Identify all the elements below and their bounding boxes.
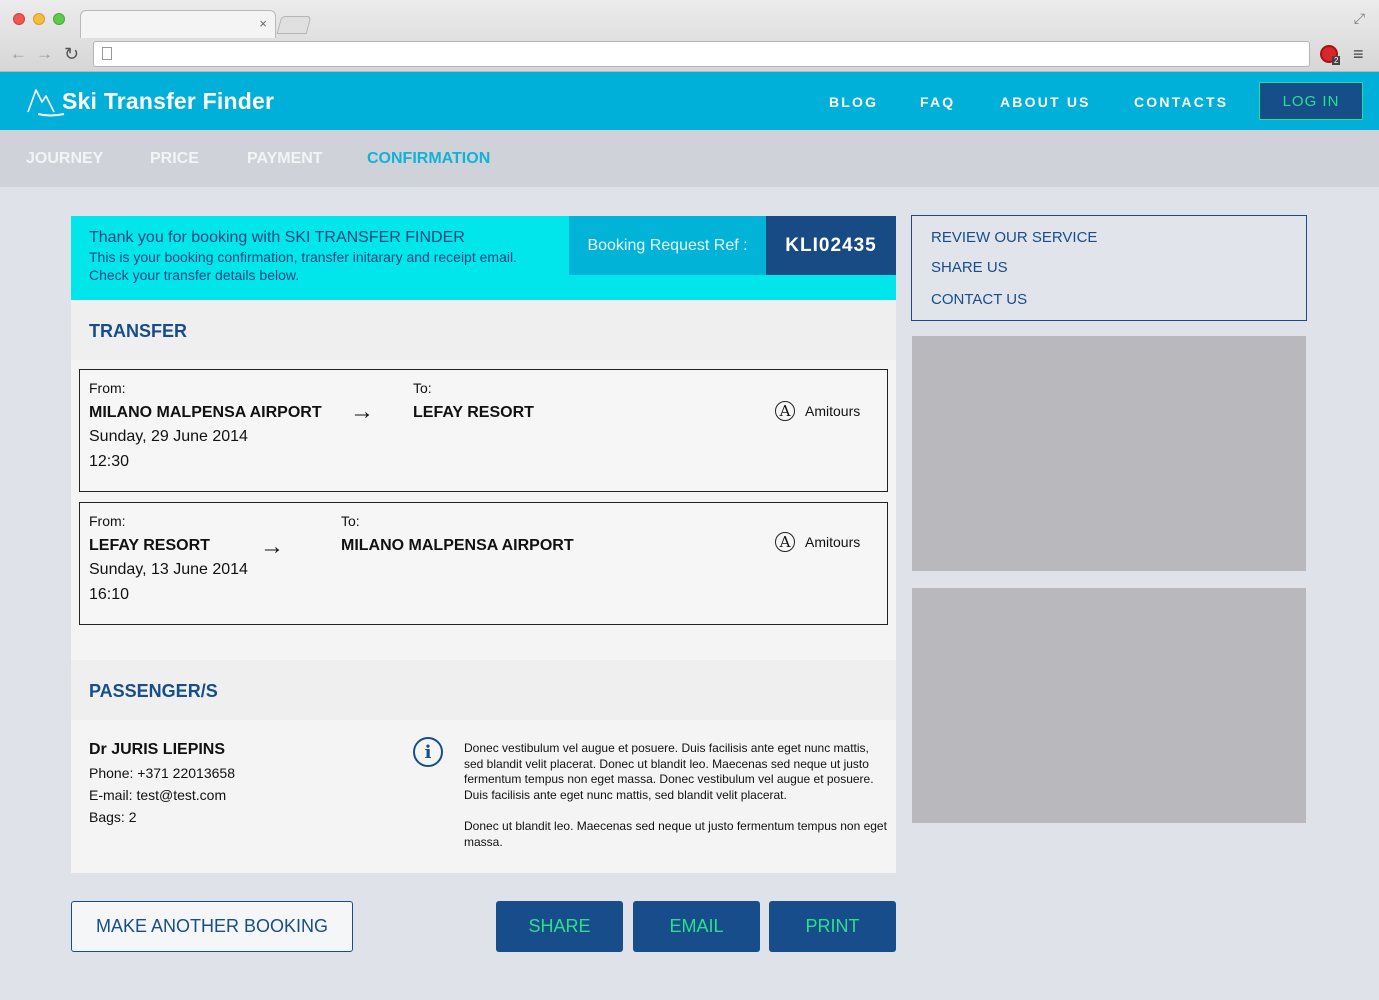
share-button[interactable]: SHARE	[496, 901, 623, 952]
confirmation-card: Thank you for booking with SKI TRANSFER …	[71, 216, 896, 873]
reload-icon[interactable]: ↻	[64, 44, 79, 64]
share-us-link[interactable]: SHARE US	[931, 259, 1008, 276]
passenger-phone: Phone: +371 22013658	[89, 765, 235, 781]
browser-chrome: × ⤢ ← → ↻ 2 ≡	[0, 0, 1379, 72]
to-label: To:	[413, 380, 432, 396]
step-confirmation[interactable]: CONFIRMATION	[367, 150, 490, 168]
sidebar-links: REVIEW OUR SERVICE SHARE US CONTACT US	[911, 215, 1307, 321]
email-button[interactable]: EMAIL	[633, 901, 760, 952]
operator-name: Amitours	[805, 534, 861, 550]
extension-badge: 2	[1332, 56, 1341, 65]
step-payment[interactable]: PAYMENT	[247, 150, 323, 168]
browser-menu-icon[interactable]: ≡	[1353, 44, 1364, 64]
arrow-right-icon: →	[260, 533, 284, 560]
extension-icon[interactable]: 2	[1320, 45, 1341, 65]
ad-placeholder	[912, 588, 1306, 823]
back-icon[interactable]: ←	[10, 44, 27, 64]
thank-you-line-1: This is your booking confirmation, trans…	[89, 249, 517, 265]
address-bar[interactable]	[93, 41, 1310, 67]
passenger-section-header: PASSENGER/S	[71, 660, 896, 720]
nav-blog-link[interactable]: BLOG	[829, 94, 878, 110]
browser-tab[interactable]: ×	[80, 10, 276, 38]
nav-contacts-link[interactable]: CONTACTS	[1134, 94, 1228, 110]
passenger-name: Dr JURIS LIEPINS	[89, 741, 226, 758]
from-location: MILANO MALPENSA AIRPORT	[89, 404, 322, 421]
info-paragraph-1: Donec vestibulum vel augue et posuere. D…	[464, 741, 874, 802]
transfer-time: 16:10	[89, 586, 130, 603]
transfer-section-header: TRANSFER	[71, 300, 896, 360]
step-price[interactable]: PRICE	[150, 150, 199, 168]
thank-you-banner: Thank you for booking with SKI TRANSFER …	[71, 216, 896, 300]
passenger-details: Dr JURIS LIEPINS Phone: +371 22013658 E-…	[71, 720, 896, 873]
booking-ref-label: Booking Request Ref :	[569, 216, 766, 275]
close-window-button[interactable]	[13, 13, 25, 25]
new-tab-button[interactable]	[276, 16, 312, 34]
step-journey[interactable]: JOURNEY	[26, 150, 103, 168]
contact-us-link[interactable]: CONTACT US	[931, 291, 1027, 308]
site-header: Ski Transfer Finder BLOG FAQ ABOUT US CO…	[0, 72, 1379, 130]
review-our-service-link[interactable]: REVIEW OUR SERVICE	[931, 229, 1097, 246]
info-icon: i	[413, 737, 443, 767]
maximize-window-button[interactable]	[53, 13, 65, 25]
fullscreen-icon[interactable]: ⤢	[1354, 10, 1365, 27]
transfer-time: 12:30	[89, 453, 130, 470]
booking-ref-code: KLI02435	[766, 216, 896, 275]
transfer-leg: From: LEFAY RESORT Sunday, 13 June 2014 …	[79, 502, 888, 625]
to-label: To:	[341, 513, 360, 529]
info-paragraph-2: Donec ut blandit leo. Maecenas sed neque…	[464, 819, 887, 849]
forward-icon[interactable]: →	[36, 44, 53, 64]
nav-faq-link[interactable]: FAQ	[920, 94, 955, 110]
nav-about-us-link[interactable]: ABOUT US	[1000, 94, 1091, 110]
print-button[interactable]: PRINT	[769, 901, 896, 952]
transfer-leg: From: MILANO MALPENSA AIRPORT Sunday, 29…	[79, 369, 888, 492]
transfer-date: Sunday, 29 June 2014	[89, 428, 248, 445]
from-label: From:	[89, 380, 126, 396]
make-another-booking-button[interactable]: MAKE ANOTHER BOOKING	[71, 901, 353, 952]
page-icon	[102, 47, 112, 60]
tab-close-icon[interactable]: ×	[259, 16, 267, 32]
minimize-window-button[interactable]	[33, 13, 45, 25]
passenger-heading: PASSENGER/S	[89, 681, 218, 701]
operator-icon: A	[775, 401, 795, 421]
ad-placeholder	[912, 336, 1306, 571]
to-location: LEFAY RESORT	[413, 404, 534, 421]
booking-steps: JOURNEY PRICE PAYMENT CONFIRMATION	[0, 130, 1379, 187]
transfer-date: Sunday, 13 June 2014	[89, 561, 248, 578]
mountain-logo-icon[interactable]	[26, 84, 66, 118]
operator-icon: A	[775, 532, 795, 552]
passenger-bags: Bags: 2	[89, 809, 137, 825]
operator-name: Amitours	[805, 403, 861, 419]
login-button[interactable]: LOG IN	[1259, 82, 1363, 120]
from-label: From:	[89, 513, 126, 529]
transfer-heading: TRANSFER	[89, 321, 187, 341]
site-logo-text[interactable]: Ski Transfer Finder	[62, 88, 274, 115]
thank-you-title: Thank you for booking with SKI TRANSFER …	[89, 229, 465, 246]
arrow-right-icon: →	[350, 398, 374, 425]
from-location: LEFAY RESORT	[89, 537, 210, 554]
to-location: MILANO MALPENSA AIRPORT	[341, 537, 574, 554]
passenger-email: E-mail: test@test.com	[89, 787, 227, 803]
thank-you-line-2: Check your transfer details below.	[89, 267, 300, 283]
